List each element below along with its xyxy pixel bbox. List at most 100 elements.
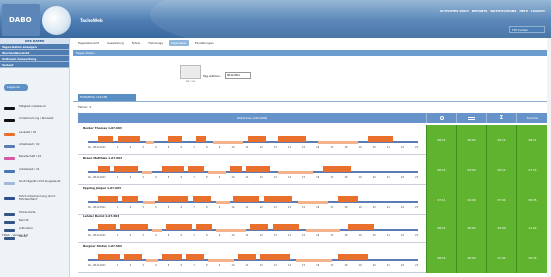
vehicle-tab[interactable]: FAHRZEUG 12113B xyxy=(78,94,136,101)
tick-label: 9 xyxy=(218,176,221,179)
tick-label: 21 xyxy=(386,176,390,179)
activity-segment xyxy=(278,136,306,142)
tab-evaluation[interactable]: Auswertung xyxy=(105,40,126,46)
date-input[interactable] xyxy=(225,72,251,79)
legend-swatch xyxy=(4,107,15,110)
tick-label: 4 xyxy=(155,234,157,237)
activity-segment xyxy=(216,201,230,204)
tick-label: 15 xyxy=(302,176,305,179)
legend-label: Lenkzeit / 42 xyxy=(19,130,37,134)
tick-label: 11 xyxy=(245,146,249,149)
tab-drivers[interactable]: Fahrer xyxy=(130,40,143,46)
tick-label: 4 xyxy=(155,264,157,267)
tab-overview[interactable]: Tagesübersicht xyxy=(76,40,101,46)
legend-button[interactable]: Legende xyxy=(4,84,28,91)
summary-cells: 07:11 04:00 07:44 08:45 xyxy=(426,185,548,215)
tick-label: 21 xyxy=(386,146,390,149)
tick-label: 7 xyxy=(193,146,195,149)
tick-label: Do., 08.12.2011 xyxy=(88,206,106,209)
table-row[interactable]: Eppling Jürgen 1-07.603 Do., 08.12.2011 1 2… xyxy=(78,185,548,215)
activity-segment xyxy=(98,224,116,230)
tick-label: 23 xyxy=(415,146,418,149)
activity-segment xyxy=(98,254,120,260)
summary-cell: 08:00 xyxy=(456,243,486,273)
tick-label: 11 xyxy=(245,176,249,179)
tab-daily-data[interactable]: Tagesdaten xyxy=(168,40,189,46)
legend-swatch xyxy=(4,229,15,232)
tick-label: 11 xyxy=(245,264,249,267)
tab-settings[interactable]: Einstellungen xyxy=(193,40,216,46)
tick-label: 20 xyxy=(372,234,376,237)
tick-label: 9 xyxy=(218,206,221,209)
tick-label: 10 xyxy=(231,146,235,149)
tick-label: 12 xyxy=(259,176,263,179)
tick-label: 20 xyxy=(372,206,376,209)
tick-label: 15 xyxy=(302,146,305,149)
activity-segment xyxy=(216,229,246,232)
legend-swatch xyxy=(4,133,15,136)
summary-cell: 06:12 xyxy=(426,155,456,185)
topnav-item-help[interactable]: HELP xyxy=(519,9,528,13)
activity-segment xyxy=(120,224,148,230)
legend-item: Lenkzeit / 42 xyxy=(4,130,68,140)
activity-segment xyxy=(162,166,184,172)
summary-cell: 07:44 xyxy=(486,243,516,273)
tick-label: 13 xyxy=(273,264,277,267)
topnav-item-activities[interactable]: ACTIVITIES DAILY xyxy=(440,9,469,13)
tick-label: 9 xyxy=(218,146,221,149)
table-row[interactable]: Lehder Bernd 1-07.603 Do., 08.12.2011 1 2 3 4… xyxy=(78,213,548,243)
logo[interactable]: DABO TachoWeb xyxy=(2,4,117,36)
legend-label: Tätigkeit unbekannt xyxy=(19,104,46,108)
tick-label: 3 xyxy=(142,146,144,149)
tick-label: 23 xyxy=(415,264,418,267)
sidebar-link-history[interactable]: Verlauf xyxy=(0,62,69,68)
tick-label: 15 xyxy=(302,234,305,237)
tick-label: 5 xyxy=(167,234,170,237)
tick-label: 4 xyxy=(155,176,157,179)
tick-label: 17 xyxy=(330,264,334,267)
user-select[interactable]: TW Center xyxy=(509,26,545,33)
column-clock[interactable] xyxy=(426,113,456,123)
scrollbar[interactable] xyxy=(547,38,551,277)
topnav-item-notifications[interactable]: NOTIFICATIONS xyxy=(490,9,516,13)
activity-segment xyxy=(208,171,226,174)
logo-globe-icon xyxy=(42,6,71,35)
activity-segment xyxy=(208,259,234,262)
tick-label: 4 xyxy=(155,206,157,209)
tick-label: 17 xyxy=(330,146,334,149)
column-total[interactable]: Summe xyxy=(516,113,548,123)
activity-segment xyxy=(238,254,256,260)
tab-vehicles[interactable]: Fahrzeuge xyxy=(147,40,165,46)
legend-label: Bericht xyxy=(19,218,29,222)
tick-label: 1 xyxy=(116,234,119,237)
tick-label: 9 xyxy=(218,234,221,237)
tick-label: 1 xyxy=(116,264,119,267)
topnav-item-reports[interactable]: REPORTS xyxy=(472,9,488,13)
table-row[interactable]: Bergner Stefan 1-07.603 Do., 08.12.2011 1 2… xyxy=(78,243,548,273)
tick-label: 18 xyxy=(344,176,348,179)
column-sum[interactable]: Σ xyxy=(486,113,516,123)
legend-swatch xyxy=(4,237,15,240)
table-row[interactable]: Braun Matthias 1-07.603 Do., 08.12.2011 1 2… xyxy=(78,155,548,185)
table-row[interactable]: Becker Thomas 1-07.603 Do., 08.12.2011 1 2 3… xyxy=(78,125,548,155)
tick-label: 10 xyxy=(231,264,235,267)
top-navigation: ACTIVITIES DAILY REPORTS NOTIFICATIONS H… xyxy=(440,9,545,13)
activity-segment xyxy=(162,254,182,260)
timeline-ticks: Do., 08.12.2011 1 2 3 4 5 6 7 8 9 10 11 12 13 14 15 16 17… xyxy=(88,264,418,268)
summary-cells: 08:12 08:00 04:00 11:02 xyxy=(426,213,548,243)
tick-label: 16 xyxy=(316,146,320,149)
summary-cell: 08:21 xyxy=(426,125,456,155)
activity-segment xyxy=(348,224,374,230)
legend-swatch xyxy=(4,213,15,216)
topnav-item-logout[interactable]: LOGOUT xyxy=(531,9,545,13)
tick-label: 5 xyxy=(167,176,170,179)
tick-label: 18 xyxy=(344,206,348,209)
table-header: Zeitachse (Aktivität) Σ Summe xyxy=(78,113,548,123)
column-bed[interactable] xyxy=(456,113,486,123)
tick-label: 3 xyxy=(142,206,144,209)
document-icon[interactable] xyxy=(180,65,201,79)
legend-swatch xyxy=(4,157,15,160)
legend-label: Kontrollgerät nicht eingesteckt xyxy=(19,179,61,183)
activity-timeline: Do., 08.12.2011 1 2 3 4 5 6 7 8 9 10 11 12 13 14 15 16 17… xyxy=(78,160,418,181)
activity-segment xyxy=(306,229,340,232)
